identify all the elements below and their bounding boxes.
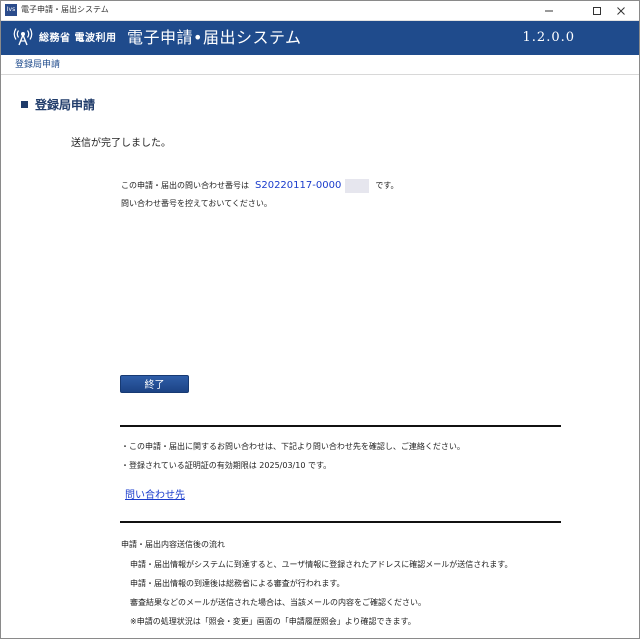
title-bar[interactable]: Ivs 電子申請・届出システム [1, 1, 639, 21]
contact-info-line: ・この申請・届出に関するお問い合わせは、下記より問い合わせ先を確認し、ご連絡くだ… [121, 442, 465, 451]
close-button[interactable] [603, 1, 639, 20]
masked-redaction [345, 179, 370, 193]
divider-bottom [120, 521, 561, 523]
maximize-icon [593, 6, 601, 15]
flow-item: 申請・届出情報がシステムに到達すると、ユーザ情報に登録されたアドレスに確認メール… [130, 560, 513, 569]
minimize-button[interactable] [531, 1, 567, 20]
inquiry-number-line: この申請・届出の問い合わせ番号は S20220117-0000 です。 [121, 179, 399, 193]
window-title: 電子申請・届出システム [21, 5, 109, 14]
system-title: 電子申請•届出システム [127, 28, 302, 47]
minimize-icon [545, 10, 553, 11]
flow-title: 申請・届出内容送信後の流れ [121, 540, 225, 549]
app-icon: Ivs [5, 4, 17, 16]
app-header: 総務省 電波利用 電子申請•届出システム 1.2.0.0 [1, 21, 639, 55]
inquiry-prefix: この申請・届出の問い合わせ番号は [121, 181, 249, 190]
flow-item: ※申請の処理状況は「照会・変更」画面の「申請履歴照会」より確認できます。 [130, 617, 416, 626]
page-title-text: 登録局申請 [35, 98, 96, 112]
complete-message: 送信が完了しました。 [71, 138, 171, 149]
certificate-expiry-line: ・登録されている証明証の有効期限は 2025/03/10 です。 [121, 461, 332, 470]
inquiry-suffix: です。 [375, 181, 399, 190]
inquiry-number: S20220117-0000 [255, 180, 342, 191]
close-icon [617, 6, 625, 15]
divider-top [120, 425, 561, 427]
contact-link[interactable]: 問い合わせ先 [125, 489, 185, 503]
app-window: Ivs 電子申請・届出システム 総務省 電波利用 電子申請•届出システム 1.2… [0, 0, 640, 639]
breadcrumb-bar: 登録局申請 [1, 56, 639, 75]
breadcrumb: 登録局申請 [15, 60, 61, 70]
ministry-label: 総務省 電波利用 [39, 33, 117, 44]
main-content: 登録局申請 送信が完了しました。 この申請・届出の問い合わせ番号は S20220… [1, 75, 639, 638]
inquiry-note: 問い合わせ番号を控えておいてください。 [121, 199, 272, 208]
page-title: 登録局申請 [21, 97, 95, 113]
version-label: 1.2.0.0 [522, 30, 575, 45]
flow-item: 審査結果などのメールが送信された場合は、当該メールの内容をご確認ください。 [130, 598, 426, 607]
flow-item: 申請・届出情報の到達後は総務省による審査が行われます。 [130, 579, 345, 588]
square-bullet-icon [21, 101, 28, 108]
finish-button[interactable]: 終了 [120, 375, 189, 393]
antenna-icon [13, 28, 33, 46]
